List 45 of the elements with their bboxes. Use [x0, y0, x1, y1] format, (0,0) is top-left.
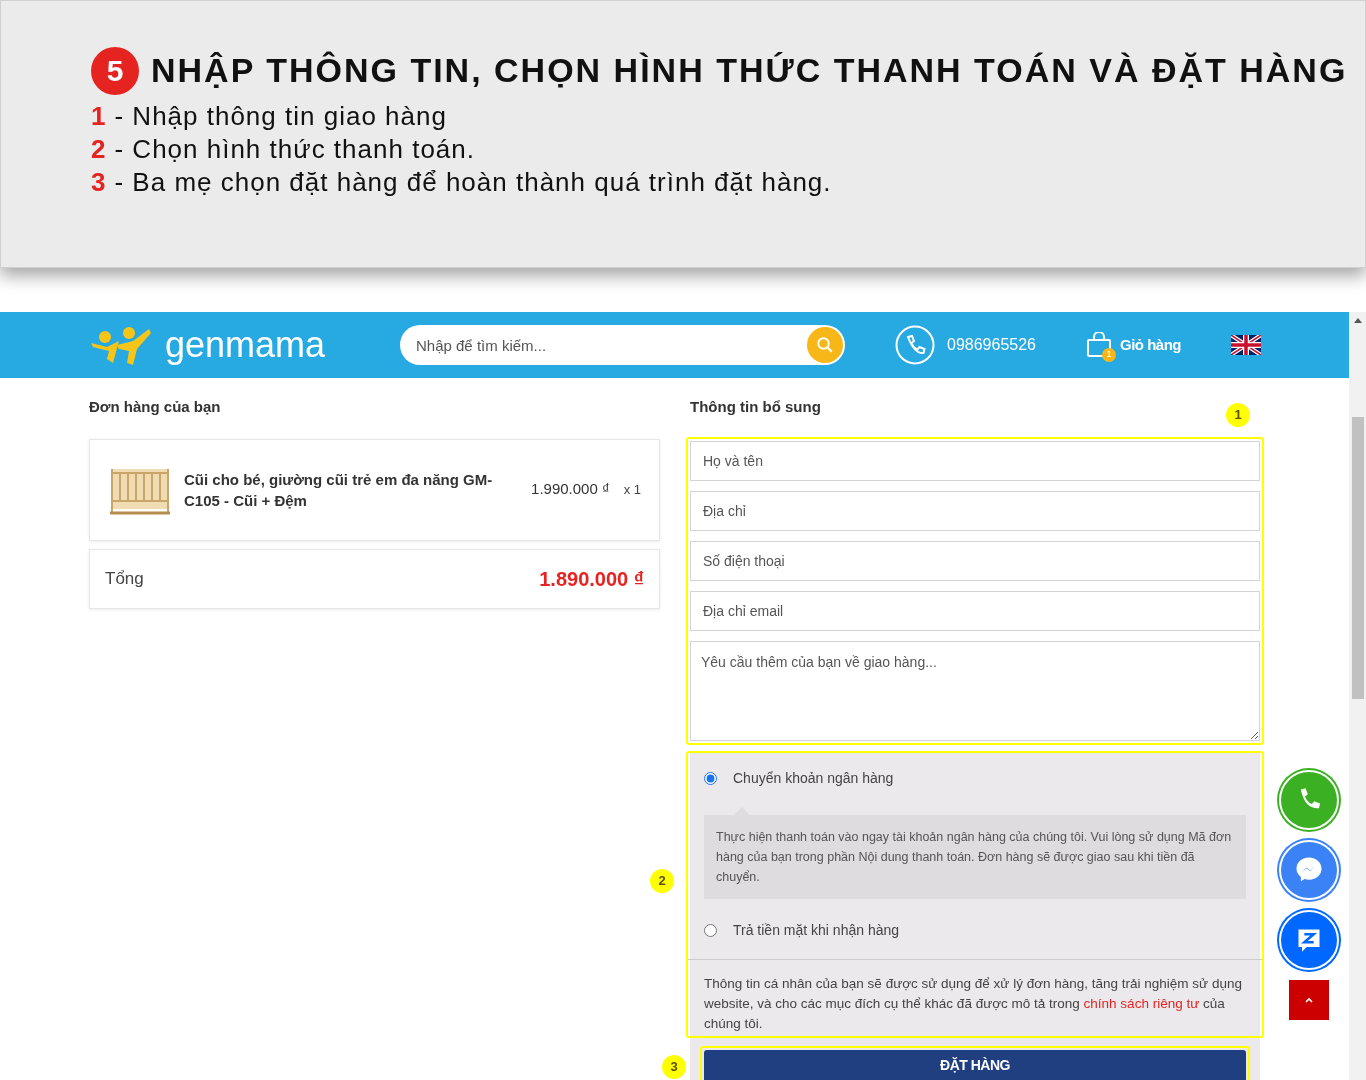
- step-number: 2: [91, 133, 107, 166]
- step-text: - Nhập thông tin giao hàng: [114, 100, 447, 133]
- text-field[interactable]: Số điện thoại: [690, 540, 1260, 581]
- logo-text: genmama: [165, 327, 326, 363]
- step-text: - Ba mẹ chọn đặt hàng để hoàn thành quá trình đặt hàng.: [114, 166, 832, 199]
- search-field[interactable]: Nhập để tìm kiếm...: [400, 325, 845, 365]
- product-name: Cũi cho bé, giường cũi trẻ em đa năng GM-C105 - Cũi + Đệm: [184, 469, 494, 511]
- text-field[interactable]: Họ và tên: [690, 440, 1260, 481]
- payment-option-label[interactable]: Trả tiền mặt khi nhận hàng: [733, 920, 900, 941]
- call-button[interactable]: [1279, 770, 1339, 830]
- section-title: Thông tin bổ sung: [690, 397, 821, 417]
- privacy-notice: Thông tin cá nhân của bạn sẽ được sử dụng để xử lý đơn hàng, tăng trải nghiệm sử dụng website, và cho các mục đích cụ thể khác đã được mô tả trong chính sách riêng tư của chúng tôi.: [704, 974, 1243, 1033]
- messenger-button[interactable]: [1279, 840, 1339, 900]
- phone-icon[interactable]: [895, 325, 935, 365]
- scroll-thumb[interactable]: [1351, 417, 1364, 699]
- step-number: 1: [91, 100, 107, 133]
- section-title: Đơn hàng của bạn: [89, 397, 222, 417]
- step-marker: 3: [662, 1054, 686, 1079]
- total-price: 1.890.000 ₫: [539, 566, 644, 592]
- step-number: 5: [91, 46, 139, 95]
- payment-description: Thực hiện thanh toán vào ngay tài khoản ngân hàng của chúng tôi. Vui lòng sử dụng Mã đơn hàng của bạn trong phần Nội dung thanh toán. Đơn hàng sẽ được giao sau khi tiền đã chuyển.: [704, 814, 1246, 899]
- step-marker: 1: [1226, 402, 1250, 427]
- chevron-up-icon: [1304, 996, 1314, 1004]
- flag-icon[interactable]: [1231, 335, 1261, 355]
- scrollbar[interactable]: [1349, 312, 1366, 1080]
- radio-button[interactable]: [704, 772, 717, 785]
- total-label: Tổng: [105, 567, 144, 590]
- zalo-button[interactable]: [1279, 910, 1339, 970]
- product-price: 1.990.000 ₫: [531, 479, 610, 500]
- privacy-policy-link[interactable]: chính sách riêng tư: [1083, 995, 1200, 1011]
- bag-icon[interactable]: [1086, 332, 1112, 358]
- text-field[interactable]: Địa chỉ email: [690, 590, 1260, 631]
- radio-button[interactable]: [704, 924, 717, 937]
- product-quantity: x 1: [623, 480, 641, 499]
- notes-field[interactable]: Yêu cầu thêm của bạn về giao hàng...: [690, 640, 1260, 741]
- cart-count-badge: 1: [1102, 348, 1116, 362]
- scroll-up-icon[interactable]: [1353, 318, 1362, 323]
- step-marker: 2: [650, 868, 674, 893]
- step-text: - Chọn hình thức thanh toán.: [114, 133, 475, 166]
- banner-title: NHẬP THÔNG TIN, CHỌN HÌNH THỨC THANH TOÁN VÀ ĐẶT HÀNG: [151, 50, 1348, 91]
- payment-option-label[interactable]: Chuyển khoản ngân hàng: [733, 768, 894, 789]
- step-number: 3: [91, 166, 107, 199]
- text-field[interactable]: Địa chỉ: [690, 490, 1260, 531]
- place-order-button[interactable]: ĐẶT HÀNG: [704, 1049, 1246, 1080]
- search-icon: [816, 336, 834, 354]
